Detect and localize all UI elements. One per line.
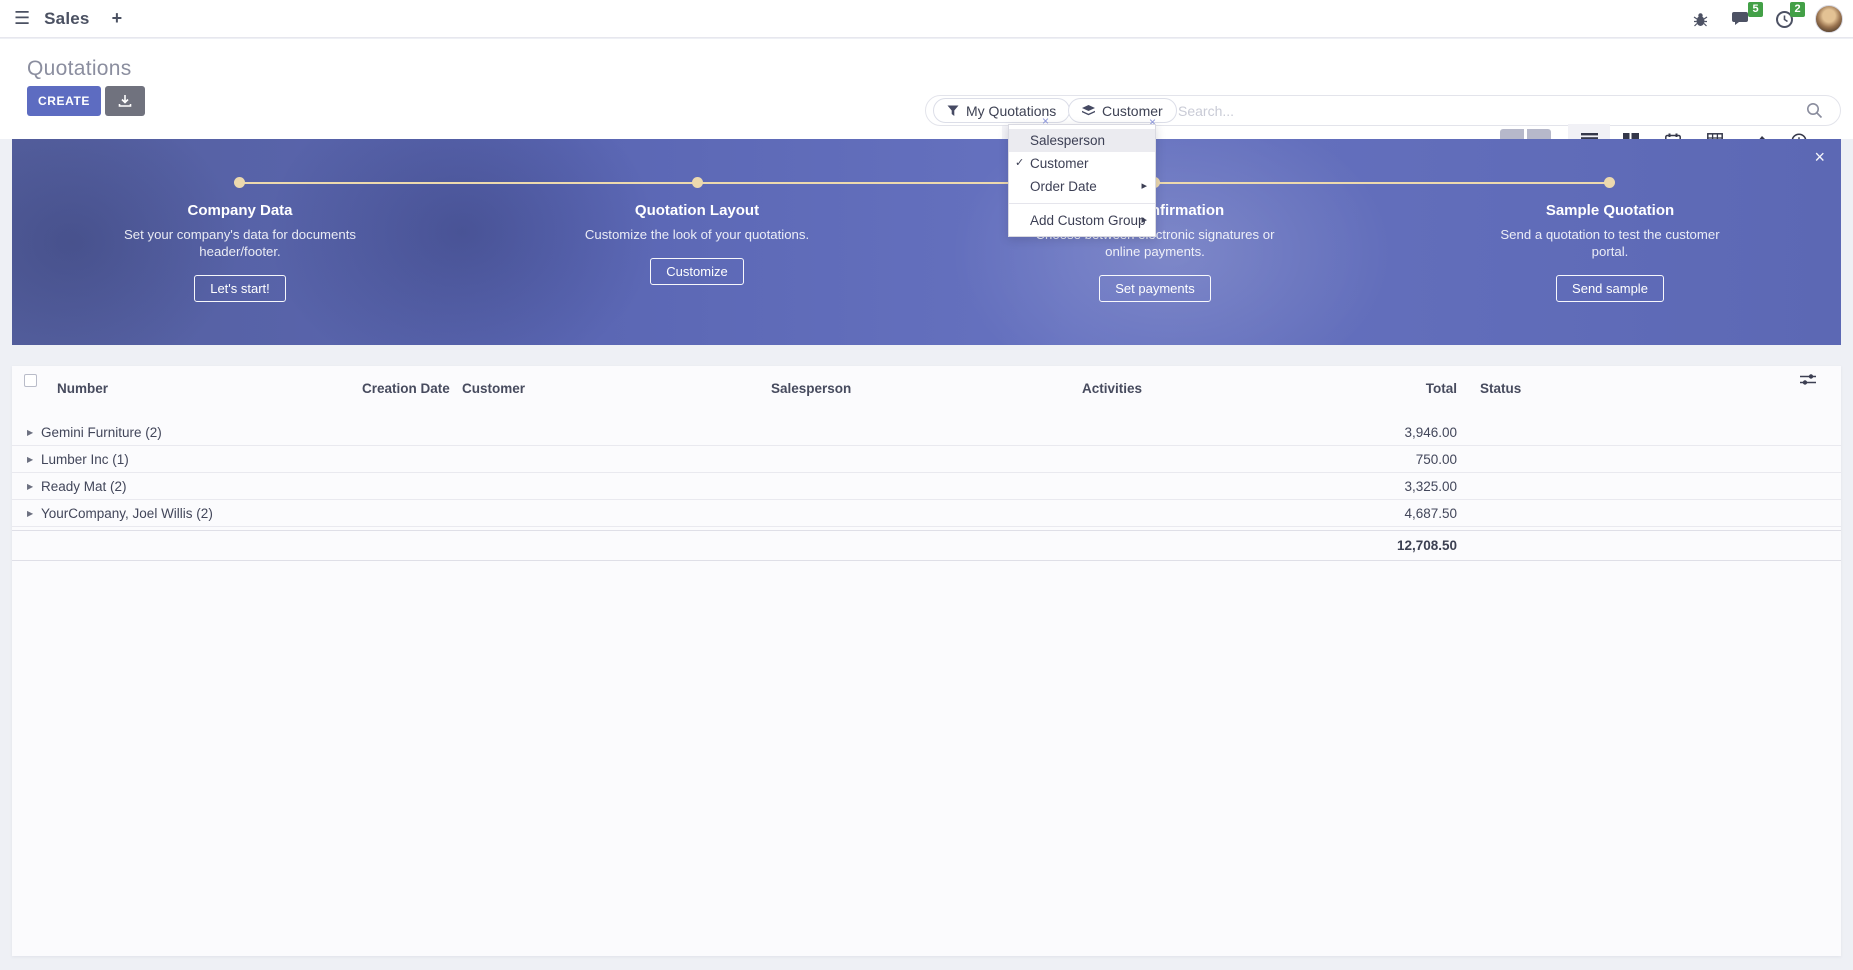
download-icon — [118, 94, 132, 108]
timeline-dot — [692, 177, 703, 188]
search-facet-my-quotations[interactable]: My Quotations — [933, 98, 1070, 123]
app-name-sales[interactable]: Sales — [44, 9, 89, 29]
export-button[interactable] — [105, 86, 145, 116]
menu-item-label: Add Custom Group — [1030, 213, 1146, 228]
banner-close-icon[interactable]: × — [1814, 147, 1825, 168]
caret-right-icon: ▶ — [27, 473, 33, 500]
messages-icon[interactable]: 5 — [1731, 8, 1753, 30]
grand-total: 12,708.50 — [1257, 531, 1457, 561]
group-row-yourcompany-joel-willis[interactable]: ▶ YourCompany, Joel Willis (2) 4,687.50 — [12, 500, 1841, 527]
caret-right-icon: ▶ — [27, 446, 33, 473]
column-header-status[interactable]: Status — [1480, 374, 1521, 404]
check-icon: ✓ — [1015, 152, 1024, 175]
debug-bug-icon[interactable] — [1689, 8, 1711, 30]
onboarding-step-sample-quotation: Sample Quotation Send a quotation to tes… — [1460, 202, 1760, 302]
group-row-ready-mat[interactable]: ▶ Ready Mat (2) 3,325.00 — [12, 473, 1841, 500]
menu-item-label: Order Date — [1030, 179, 1097, 194]
submenu-caret-icon: ▸ — [1141, 175, 1147, 198]
column-header-customer[interactable]: Customer — [462, 374, 525, 404]
group-total: 3,946.00 — [1257, 419, 1457, 446]
search-facet-customer[interactable]: Customer — [1068, 98, 1177, 123]
user-avatar[interactable] — [1815, 5, 1843, 33]
page-title: Quotations — [27, 57, 132, 81]
group-name: Lumber Inc (1) — [41, 446, 129, 473]
optional-columns-icon[interactable] — [1800, 373, 1816, 386]
search-input[interactable] — [1178, 101, 1738, 121]
column-header-creation-date[interactable]: Creation Date — [362, 374, 450, 404]
column-header-activities[interactable]: Activities — [1082, 374, 1142, 404]
menu-item-customer[interactable]: ✓ Customer — [1009, 152, 1155, 175]
menu-separator — [1009, 203, 1155, 204]
menu-item-label: Salesperson — [1030, 133, 1105, 148]
activities-clock-icon[interactable]: 2 — [1773, 8, 1795, 30]
onboarding-step-company-data: Company Data Set your company's data for… — [90, 202, 390, 302]
step-description: Send a quotation to test the customer po… — [1485, 226, 1735, 260]
group-name: YourCompany, Joel Willis (2) — [41, 500, 213, 527]
quotations-list-view: Number Creation Date Customer Salesperso… — [12, 366, 1841, 956]
menu-item-order-date[interactable]: Order Date ▸ — [1009, 175, 1155, 198]
group-name: Ready Mat (2) — [41, 473, 127, 500]
customize-button[interactable]: Customize — [650, 258, 743, 285]
send-sample-button[interactable]: Send sample — [1556, 275, 1664, 302]
group-total: 3,325.00 — [1257, 473, 1457, 500]
group-total: 4,687.50 — [1257, 500, 1457, 527]
step-title: Sample Quotation — [1460, 202, 1760, 219]
menu-item-add-custom-group[interactable]: Add Custom Group ▸ — [1009, 209, 1155, 232]
caret-right-icon: ▶ — [27, 500, 33, 527]
onboarding-step-quotation-layout: Quotation Layout Customize the look of y… — [547, 202, 847, 285]
onboarding-banner: × Company Data Set your company's data f… — [12, 139, 1841, 345]
group-total: 750.00 — [1257, 446, 1457, 473]
column-header-total[interactable]: Total — [1257, 374, 1457, 404]
onboarding-timeline — [240, 182, 1610, 184]
submenu-caret-icon: ▸ — [1141, 209, 1147, 232]
column-header-salesperson[interactable]: Salesperson — [771, 374, 851, 404]
apps-menu-icon[interactable]: ☰ — [14, 8, 30, 29]
group-row-gemini-furniture[interactable]: ▶ Gemini Furniture (2) 3,946.00 — [12, 419, 1841, 446]
timeline-dot — [234, 177, 245, 188]
control-panel: Quotations CREATE My Quotations Customer… — [0, 39, 1853, 139]
set-payments-button[interactable]: Set payments — [1099, 275, 1211, 302]
search-magnifier-icon[interactable] — [1806, 102, 1823, 119]
step-title: Company Data — [90, 202, 390, 219]
table-footer-row: 12,708.50 — [12, 530, 1841, 561]
group-row-lumber-inc[interactable]: ▶ Lumber Inc (1) 750.00 — [12, 446, 1841, 473]
new-tab-plus-icon[interactable]: + — [112, 8, 123, 29]
step-description: Customize the look of your quotations. — [572, 226, 822, 243]
menu-item-label: Customer — [1030, 156, 1089, 171]
lets-start-button[interactable]: Let's start! — [194, 275, 286, 302]
timeline-dot — [1604, 177, 1615, 188]
layers-icon — [1082, 105, 1095, 117]
activities-count-badge: 2 — [1790, 2, 1805, 17]
caret-right-icon: ▶ — [27, 419, 33, 446]
group-by-dropdown-menu: Salesperson ✓ Customer Order Date ▸ Add … — [1008, 124, 1156, 237]
table-header-row: Number Creation Date Customer Salesperso… — [12, 374, 1841, 404]
create-button[interactable]: CREATE — [27, 86, 101, 116]
top-navbar: ☰ Sales + 5 2 — [0, 0, 1853, 38]
group-name: Gemini Furniture (2) — [41, 419, 162, 446]
messages-count-badge: 5 — [1748, 2, 1763, 17]
step-description: Set your company's data for documents he… — [115, 226, 365, 260]
filter-funnel-icon — [947, 105, 959, 117]
menu-item-salesperson[interactable]: Salesperson — [1009, 129, 1155, 152]
step-title: Quotation Layout — [547, 202, 847, 219]
column-header-number[interactable]: Number — [57, 374, 108, 404]
